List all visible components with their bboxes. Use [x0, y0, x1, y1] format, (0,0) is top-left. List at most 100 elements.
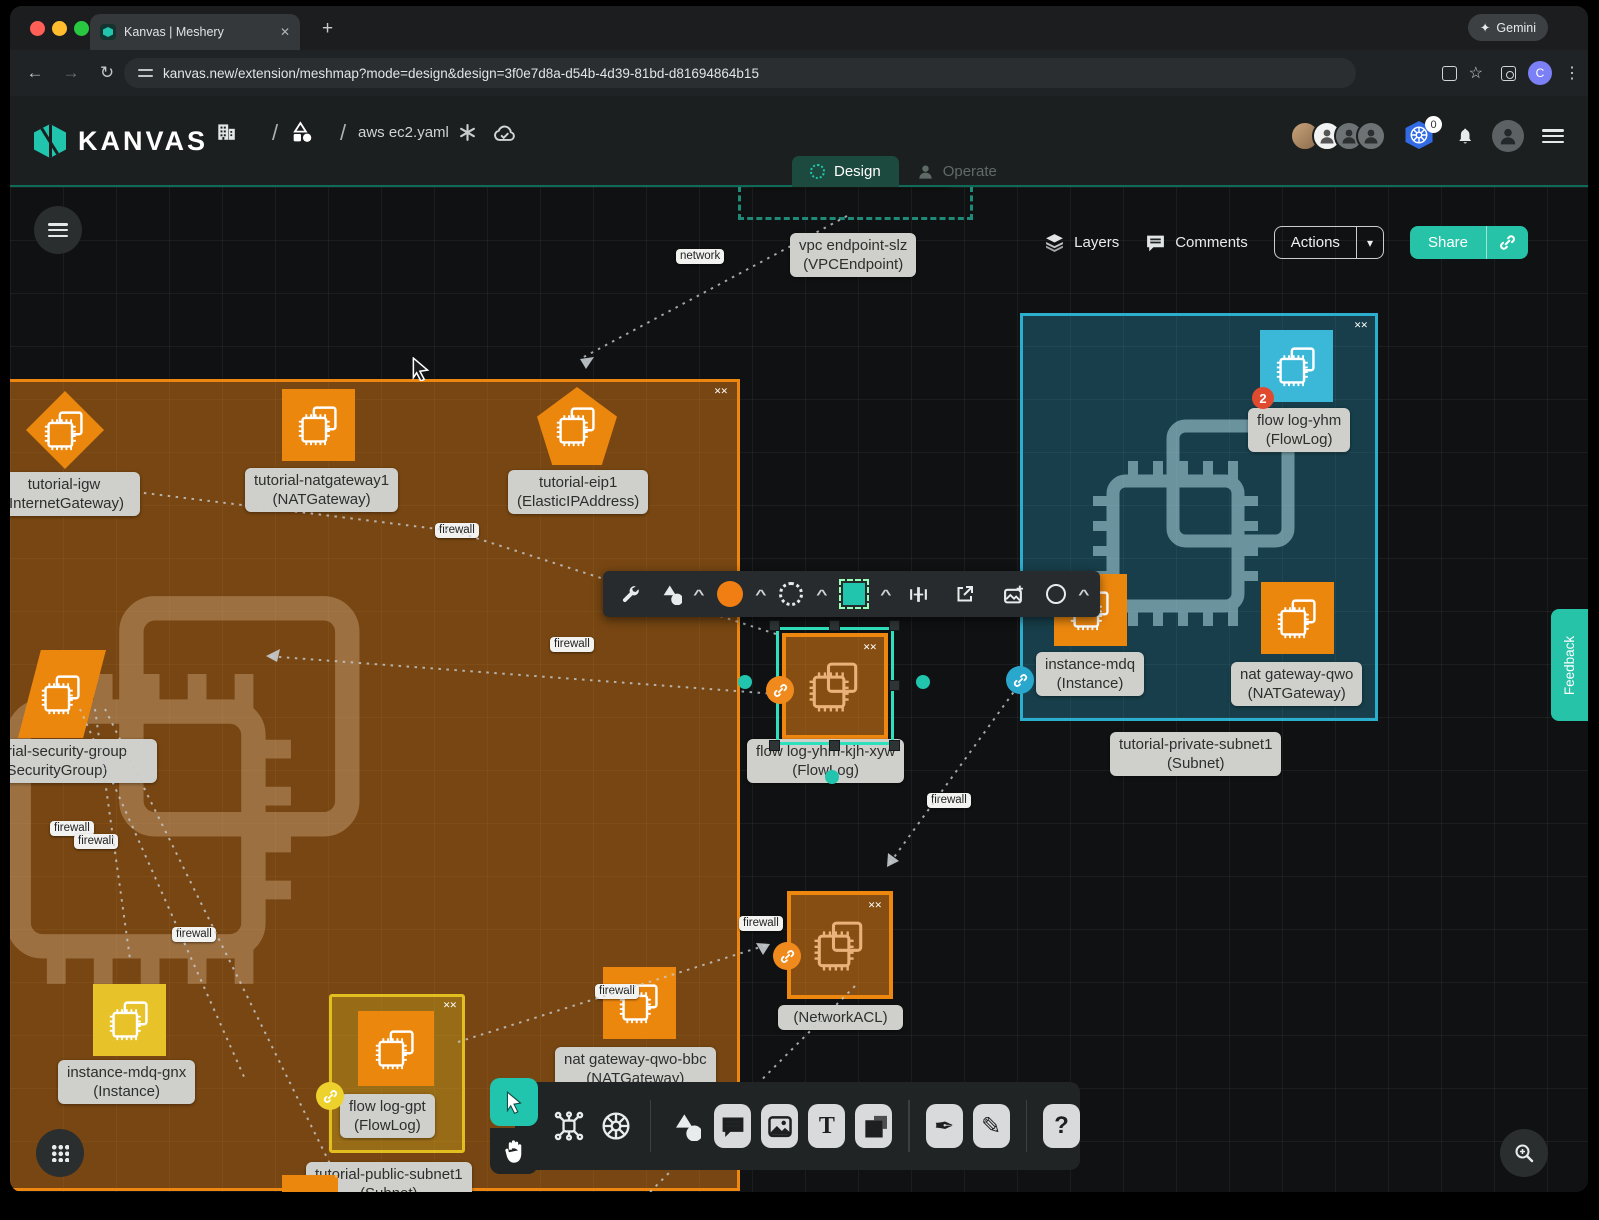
resize-handle[interactable] [769, 740, 780, 751]
notifications-icon[interactable] [1456, 127, 1474, 145]
tab-design[interactable]: Design [792, 156, 899, 187]
forward-icon[interactable]: → [60, 63, 82, 83]
org-icon[interactable] [215, 120, 237, 142]
collaborator-avatars[interactable] [1290, 121, 1386, 151]
help-button[interactable]: ? [1043, 1104, 1080, 1148]
share-link-icon[interactable] [1486, 226, 1528, 259]
design-file-name[interactable]: aws ec2.yaml [358, 124, 449, 141]
tab-close-icon[interactable]: ✕ [280, 25, 290, 39]
link-badge[interactable] [1006, 666, 1034, 694]
save-page-icon[interactable] [1442, 66, 1457, 81]
link-badge[interactable] [316, 1082, 344, 1110]
close-window-button[interactable] [30, 21, 45, 36]
comments-button[interactable]: Comments [1145, 232, 1248, 253]
node-nat-gateway-1[interactable] [282, 389, 355, 461]
design-canvas[interactable]: ✕✕ ✕✕ [10, 187, 1588, 1192]
gemini-button[interactable]: ✦ Gemini [1468, 14, 1548, 41]
environment-button[interactable]: 0 [1404, 121, 1438, 151]
resize-handle[interactable] [889, 740, 900, 751]
new-tab-button[interactable]: + [322, 18, 333, 40]
fill-color-icon[interactable] [712, 581, 748, 607]
image-tool-icon[interactable] [761, 1104, 798, 1148]
back-icon[interactable]: ← [24, 63, 46, 83]
tab-operate[interactable]: Operate [899, 156, 1015, 187]
sticky-note-icon[interactable] [855, 1104, 892, 1148]
workspace-icon[interactable] [290, 120, 312, 142]
collapse-icon[interactable]: ✕✕ [1354, 321, 1367, 329]
open-in-new-icon[interactable] [945, 584, 985, 604]
shape-color-icon[interactable] [835, 583, 873, 605]
comment-tool-icon[interactable] [714, 1104, 751, 1148]
chevron-up-icon[interactable]: ^ [880, 587, 891, 602]
shapes-tool-icon[interactable] [656, 583, 686, 605]
header-menu-icon[interactable] [1542, 129, 1564, 143]
cloud-sync-icon [492, 122, 516, 144]
minimize-window-button[interactable] [52, 21, 67, 36]
link-badge[interactable] [766, 676, 794, 704]
address-bar[interactable]: kanvas.new/extension/meshmap?mode=design… [124, 58, 1356, 88]
add-image-icon[interactable] [992, 584, 1034, 605]
node-flowlog-gpt[interactable] [358, 1011, 434, 1086]
chevron-up-icon[interactable]: ^ [755, 587, 766, 602]
chevron-up-icon[interactable]: ^ [1078, 587, 1089, 602]
node-partial[interactable] [282, 1175, 338, 1192]
browser-tab[interactable]: Kanvas | Meshery ✕ [90, 14, 300, 50]
node-network-acl[interactable]: ✕✕ [787, 891, 893, 999]
pan-tool-button[interactable] [490, 1128, 538, 1174]
maximize-window-button[interactable] [74, 21, 89, 36]
tools-wrench-icon[interactable] [613, 584, 649, 604]
pen-tool-icon[interactable]: ✒ [926, 1104, 963, 1148]
kebab-menu-icon[interactable]: ⋮ [1564, 63, 1580, 83]
widgets-button[interactable] [36, 1129, 84, 1177]
resize-handle[interactable] [769, 620, 780, 631]
edge-handle[interactable] [738, 675, 752, 689]
select-tool-button[interactable] [490, 1078, 538, 1126]
node-instance-gnx[interactable] [93, 984, 166, 1056]
node-label: instance-mdq(Instance) [1036, 652, 1144, 696]
circle-tool-icon[interactable] [1041, 584, 1071, 604]
shortcut-icon[interactable] [458, 123, 477, 142]
edge-label: firewall [172, 927, 216, 942]
zoom-button[interactable] [1500, 1129, 1548, 1177]
collapse-icon[interactable]: ✕✕ [714, 387, 727, 395]
count-badge: 2 [1252, 387, 1274, 409]
canvas-menu-button[interactable] [34, 206, 82, 254]
shapes-panel-icon[interactable] [667, 1104, 704, 1148]
connection-count-badge: 0 [1425, 116, 1442, 133]
bookmark-star-icon[interactable]: ☆ [1469, 63, 1483, 83]
layers-button[interactable]: Layers [1044, 232, 1119, 253]
chevron-up-icon[interactable]: ^ [816, 587, 827, 602]
actions-button[interactable]: Actions ▾ [1274, 226, 1384, 259]
reload-icon[interactable]: ↻ [96, 63, 118, 83]
chrome-profile-avatar[interactable]: C [1528, 61, 1552, 85]
collapse-icon[interactable]: ✕✕ [443, 1001, 456, 1009]
kanvas-logo[interactable]: KANVAS [34, 124, 208, 158]
border-style-icon[interactable] [773, 582, 809, 606]
resize-handle[interactable] [889, 680, 900, 691]
text-tool-icon[interactable]: T [808, 1104, 845, 1148]
edge-label: firewall [550, 637, 594, 652]
edge-handle[interactable] [825, 770, 839, 784]
kubernetes-tool-icon[interactable] [597, 1104, 634, 1148]
pencil-tool-icon[interactable]: ✎ [973, 1104, 1010, 1148]
link-badge[interactable] [773, 942, 801, 970]
resize-handle[interactable] [829, 740, 840, 751]
resize-handle[interactable] [889, 620, 900, 631]
border-width-icon[interactable] [898, 584, 938, 605]
resize-handle[interactable] [829, 620, 840, 631]
collapse-icon[interactable]: ✕✕ [863, 643, 876, 651]
share-button[interactable]: Share [1410, 226, 1528, 259]
node-nat-gateway-qwo[interactable] [1261, 582, 1334, 654]
user-avatar[interactable] [1492, 120, 1524, 152]
sidepanel-icon[interactable] [1501, 66, 1516, 81]
collapse-icon[interactable]: ✕✕ [868, 901, 881, 909]
edge-handle[interactable] [916, 675, 930, 689]
node-nat-gateway-bbc[interactable] [603, 967, 676, 1039]
site-info-icon[interactable] [138, 67, 153, 79]
actions-dropdown-icon[interactable]: ▾ [1356, 227, 1383, 258]
grid-apps-icon [51, 1144, 69, 1162]
feedback-tab[interactable]: Feedback [1551, 609, 1588, 721]
component-mesh-icon[interactable] [550, 1104, 587, 1148]
zoom-in-icon [1514, 1143, 1534, 1163]
chevron-up-icon[interactable]: ^ [693, 587, 704, 602]
